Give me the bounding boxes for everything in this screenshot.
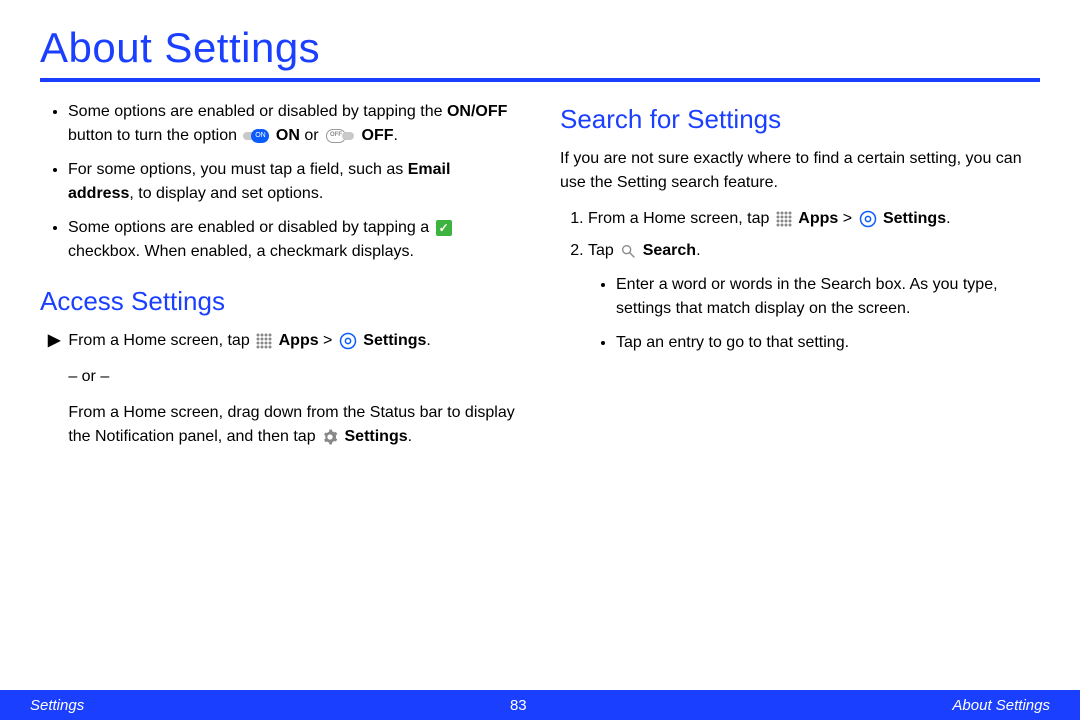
- bullet-item: For some options, you must tap a field, …: [68, 158, 520, 206]
- left-column: Some options are enabled or disabled by …: [40, 100, 520, 457]
- text: or: [300, 127, 323, 144]
- search-settings-heading: Search for Settings: [560, 100, 1040, 139]
- toggle-off-icon: OFF: [325, 129, 355, 143]
- page-title: About Settings: [40, 24, 1040, 82]
- text: For some options, you must tap a field, …: [68, 161, 408, 178]
- access-settings-heading: Access Settings: [40, 282, 520, 321]
- apps-grid-icon: [256, 333, 272, 349]
- text: , to display and set options.: [129, 185, 323, 202]
- step-item: Tap Search. Enter a word or words in the…: [588, 239, 1040, 355]
- alt-step-line: From a Home screen, drag down from the S…: [68, 401, 520, 449]
- apps-grid-icon: [776, 211, 792, 227]
- footer-page-number: 83: [510, 697, 527, 714]
- text: >: [319, 332, 337, 349]
- text: .: [408, 428, 412, 445]
- settings-gear-solid-icon: [322, 429, 338, 445]
- text: From a Home screen, tap: [68, 332, 254, 349]
- or-line: – or –: [68, 365, 520, 389]
- intro-text: If you are not sure exactly where to fin…: [560, 147, 1040, 195]
- text: checkbox. When enabled, a checkmark disp…: [68, 243, 414, 260]
- checkbox-checked-icon: ✓: [436, 220, 452, 236]
- bold-text: Apps: [279, 332, 319, 349]
- settings-gear-outline-icon: [859, 210, 877, 228]
- bold-text: OFF: [362, 127, 394, 144]
- search-icon: [620, 243, 636, 259]
- step-block: ▶ From a Home screen, tap Apps > Setting…: [40, 329, 520, 449]
- bullet-item: Some options are enabled or disabled by …: [68, 216, 520, 264]
- bold-text: Settings: [363, 332, 426, 349]
- bold-text: Settings: [883, 210, 946, 227]
- toggle-on-icon: ON: [243, 129, 269, 143]
- text: From a Home screen, drag down from the S…: [68, 404, 514, 445]
- step-body: From a Home screen, tap Apps > Settings.…: [68, 329, 520, 449]
- bullet-item: Tap an entry to go to that setting.: [616, 331, 1040, 355]
- footer-section-right: About Settings: [952, 697, 1050, 714]
- text: >: [838, 210, 856, 227]
- text: Tap: [588, 242, 618, 259]
- text: button to turn the option: [68, 127, 241, 144]
- footer-section-left: Settings: [30, 697, 84, 714]
- text: .: [696, 242, 700, 259]
- two-column-layout: Some options are enabled or disabled by …: [40, 100, 1040, 457]
- bold-text: ON: [276, 127, 300, 144]
- document-page: About Settings Some options are enabled …: [0, 0, 1080, 720]
- bullet-item: Enter a word or words in the Search box.…: [616, 273, 1040, 321]
- step-line: From a Home screen, tap Apps > Settings.: [68, 329, 520, 353]
- sub-bullet-list: Enter a word or words in the Search box.…: [588, 273, 1040, 355]
- text: .: [946, 210, 950, 227]
- text: .: [426, 332, 430, 349]
- bold-text: Settings: [345, 428, 408, 445]
- text: Some options are enabled or disabled by …: [68, 219, 434, 236]
- bold-text: ON/OFF: [447, 103, 507, 120]
- text: Some options are enabled or disabled by …: [68, 103, 447, 120]
- page-footer: Settings 83 About Settings: [0, 690, 1080, 720]
- bullet-item: Some options are enabled or disabled by …: [68, 100, 520, 148]
- bold-text: Search: [643, 242, 696, 259]
- text: .: [394, 127, 398, 144]
- options-bullet-list: Some options are enabled or disabled by …: [40, 100, 520, 264]
- text: From a Home screen, tap: [588, 210, 774, 227]
- play-arrow-icon: ▶: [40, 329, 60, 449]
- right-column: Search for Settings If you are not sure …: [560, 100, 1040, 457]
- step-item: From a Home screen, tap Apps > Settings.: [588, 207, 1040, 231]
- bold-text: Apps: [798, 210, 838, 227]
- steps-list: From a Home screen, tap Apps > Settings.…: [560, 207, 1040, 355]
- settings-gear-outline-icon: [339, 332, 357, 350]
